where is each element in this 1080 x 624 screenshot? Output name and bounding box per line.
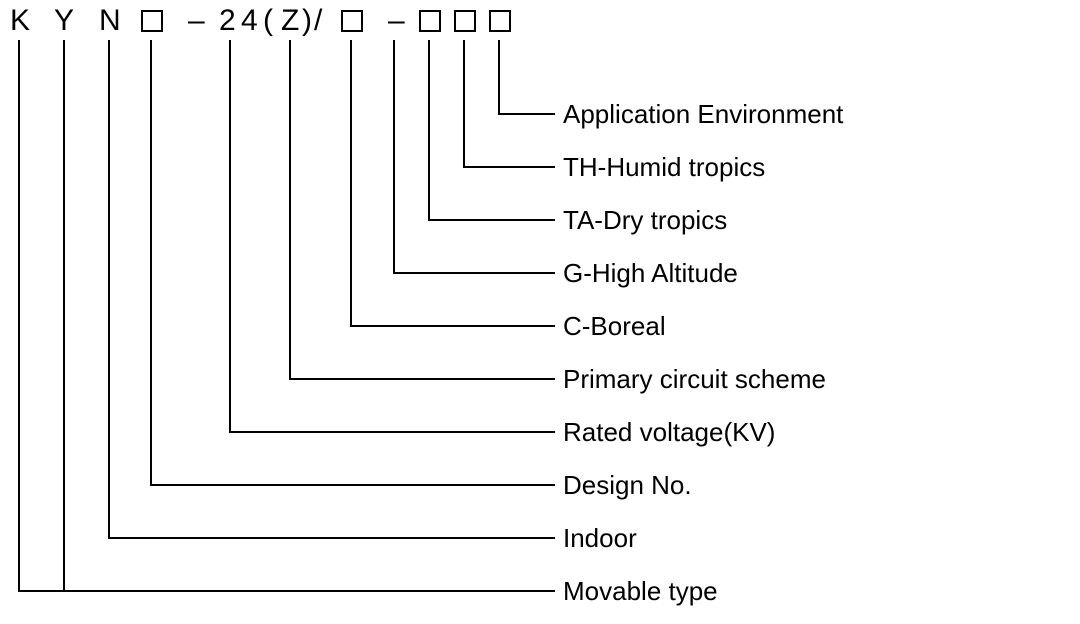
code-char-paren-open: ( (263, 6, 273, 36)
leader-v-2 (428, 40, 430, 220)
code-char-K: K (10, 6, 30, 36)
label-design-no: Design No. (563, 470, 692, 500)
leader-h-1 (463, 166, 555, 168)
leader-h-3 (393, 272, 555, 274)
label-th-humid: TH-Humid tropics (563, 152, 765, 182)
leader-h-8 (108, 537, 555, 539)
code-box-env-1 (419, 10, 441, 32)
code-box-env-3 (489, 10, 511, 32)
leader-v-0 (498, 40, 500, 114)
leader-v-K (18, 40, 20, 591)
leader-h-0 (498, 113, 555, 115)
leader-v-8 (108, 40, 110, 538)
label-primary-scheme: Primary circuit scheme (563, 364, 826, 394)
code-char-dash-2: – (388, 6, 405, 36)
code-box-design-no (141, 10, 163, 32)
leader-h-4 (350, 325, 555, 327)
leader-h-K-join (18, 590, 63, 592)
leader-v-1 (463, 40, 465, 167)
code-box-env-2 (454, 10, 476, 32)
leader-v-7 (150, 40, 152, 485)
leader-h-5 (289, 378, 555, 380)
leader-v-6 (229, 40, 231, 432)
leader-h-9 (63, 590, 555, 592)
leader-v-5 (289, 40, 291, 379)
code-char-2: 2 (219, 6, 236, 36)
leader-v-3 (393, 40, 395, 273)
leader-h-2 (428, 219, 555, 221)
label-rated-voltage: Rated voltage(KV) (563, 417, 775, 447)
code-char-slash: / (314, 6, 322, 36)
code-char-paren-close: ) (302, 6, 312, 36)
label-movable-type: Movable type (563, 576, 718, 606)
designation-diagram: K Y N – 2 4 ( Z ) / – Application Enviro… (0, 0, 1080, 624)
label-application-environment: Application Environment (563, 99, 843, 129)
label-c-boreal: C-Boreal (563, 311, 666, 341)
code-char-Z: Z (281, 6, 299, 36)
leader-v-9 (63, 40, 65, 591)
code-box-scheme (341, 10, 363, 32)
label-indoor: Indoor (563, 523, 637, 553)
leader-v-4 (350, 40, 352, 326)
leader-h-6 (229, 431, 555, 433)
leader-h-7 (150, 484, 555, 486)
label-g-high-altitude: G-High Altitude (563, 258, 738, 288)
code-char-Y: Y (54, 6, 74, 36)
code-char-4: 4 (241, 6, 258, 36)
label-ta-dry: TA-Dry tropics (563, 205, 727, 235)
code-char-dash-1: – (188, 6, 205, 36)
code-char-N: N (99, 6, 121, 36)
